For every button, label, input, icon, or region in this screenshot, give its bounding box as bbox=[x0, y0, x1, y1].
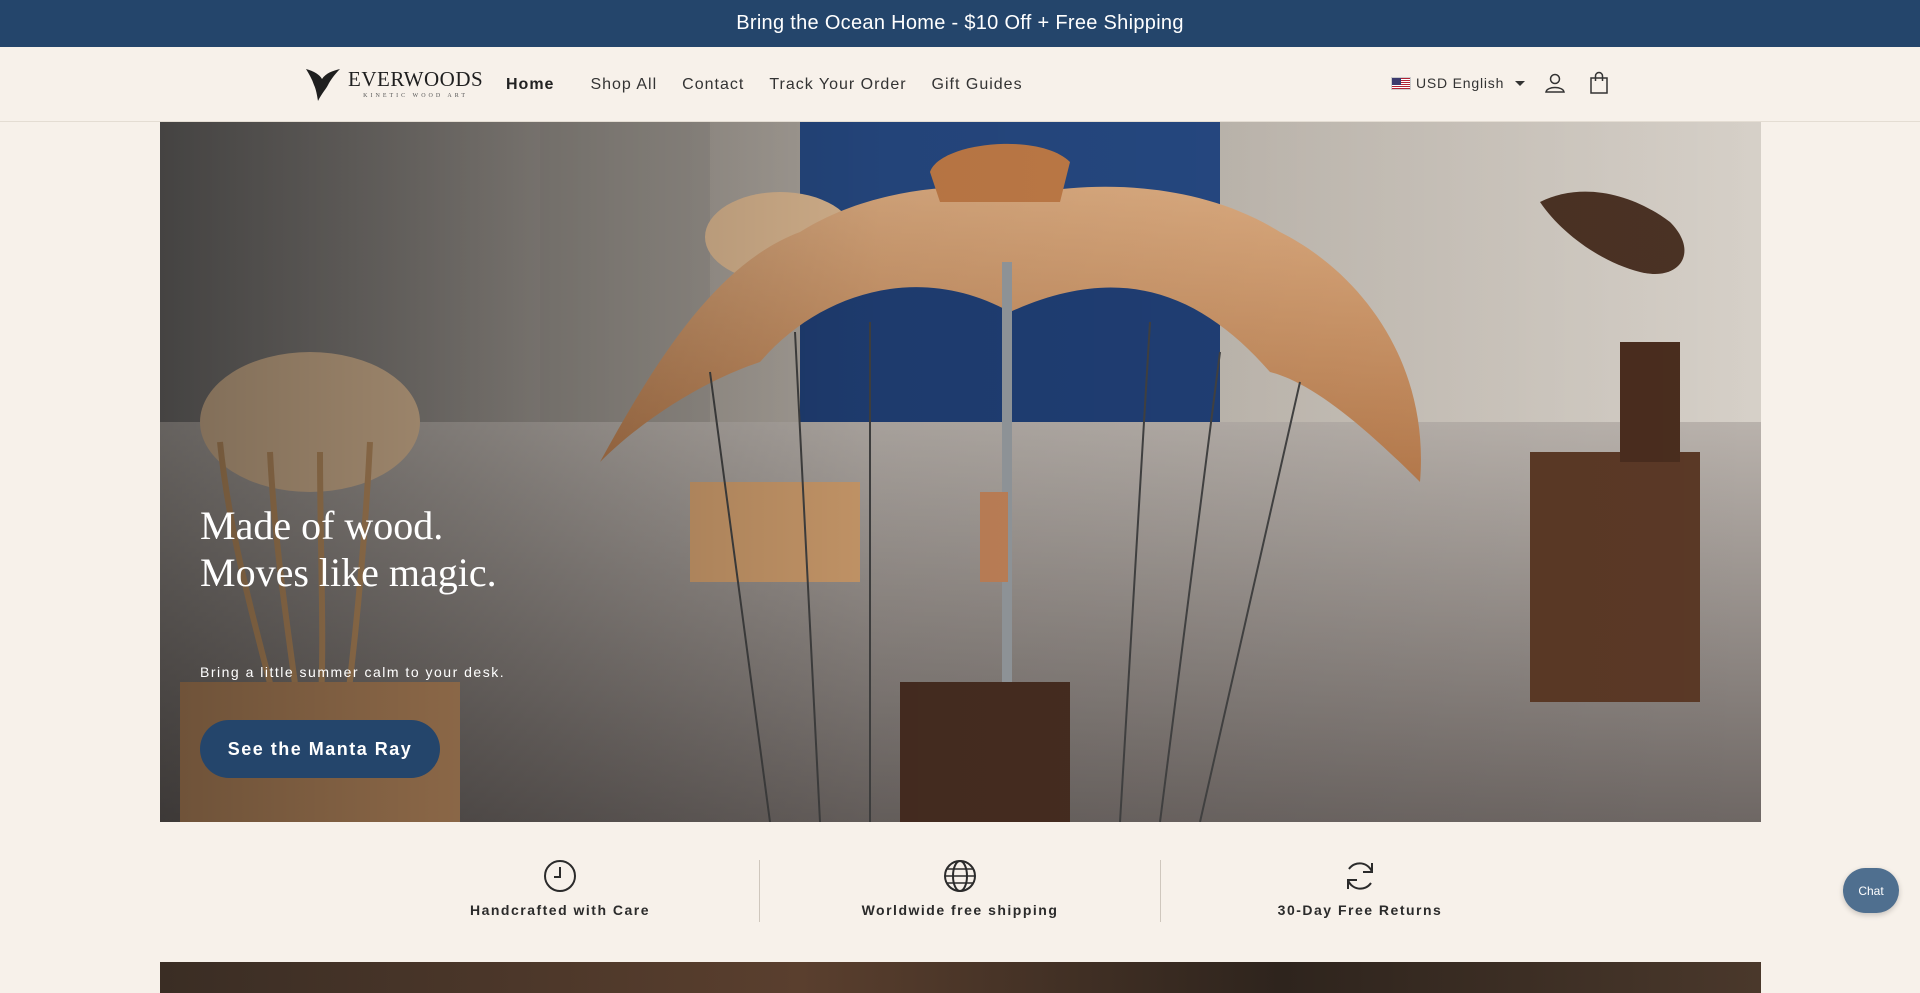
refresh-icon bbox=[1347, 862, 1373, 890]
hero-title-line-2: Moves like magic. bbox=[200, 550, 497, 595]
logo-tagline: KINETIC WOOD ART bbox=[363, 93, 469, 99]
next-section-image bbox=[160, 962, 1761, 993]
logo-name: EVERWOODS bbox=[348, 67, 484, 91]
currency-language-selector[interactable]: USD English bbox=[1391, 75, 1526, 91]
cart-button[interactable] bbox=[1585, 69, 1613, 97]
chat-button[interactable]: Chat bbox=[1843, 868, 1899, 913]
nav-gift-guides[interactable]: Gift Guides bbox=[932, 76, 1023, 94]
feature-returns: 30-Day Free Returns bbox=[1160, 858, 1560, 918]
hero-subtitle: Bring a little summer calm to your desk. bbox=[200, 664, 506, 680]
feature-label: Worldwide free shipping bbox=[861, 902, 1059, 918]
nav-track-order[interactable]: Track Your Order bbox=[769, 76, 906, 94]
announcement-text: Bring the Ocean Home - $10 Off + Free Sh… bbox=[736, 12, 1184, 34]
clock-icon bbox=[544, 860, 576, 892]
account-button[interactable] bbox=[1541, 69, 1569, 97]
hero-title: Made of wood. Moves like magic. bbox=[200, 502, 505, 596]
caret-down-icon bbox=[1515, 80, 1526, 86]
feature-handcrafted: Handcrafted with Care bbox=[360, 858, 760, 918]
hero-title-line-1: Made of wood. bbox=[200, 503, 444, 548]
hero-banner: Made of wood. Moves like magic. Bring a … bbox=[160, 122, 1761, 822]
main-nav: Home Shop All Contact Track Your Order G… bbox=[506, 47, 1048, 122]
feature-label: Handcrafted with Care bbox=[469, 902, 651, 918]
nav-contact[interactable]: Contact bbox=[682, 76, 744, 94]
user-icon bbox=[1545, 73, 1565, 93]
see-manta-ray-button[interactable]: See the Manta Ray bbox=[200, 720, 440, 778]
site-header: EVERWOODS KINETIC WOOD ART Home Shop All… bbox=[0, 47, 1920, 122]
logo[interactable]: EVERWOODS KINETIC WOOD ART bbox=[302, 65, 483, 103]
feature-shipping: Worldwide free shipping bbox=[760, 858, 1160, 918]
globe-icon bbox=[944, 860, 976, 892]
nav-shop-all[interactable]: Shop All bbox=[590, 76, 657, 94]
nav-home[interactable]: Home bbox=[506, 76, 554, 94]
feature-label: 30-Day Free Returns bbox=[1277, 902, 1443, 918]
shopping-bag-icon bbox=[1590, 71, 1608, 94]
announcement-bar: Bring the Ocean Home - $10 Off + Free Sh… bbox=[0, 0, 1920, 47]
locale-label: USD English bbox=[1416, 75, 1505, 91]
manta-ray-icon bbox=[306, 69, 340, 101]
features-row: Handcrafted with Care Worldwide free shi… bbox=[0, 822, 1920, 962]
hero-content: Made of wood. Moves like magic. Bring a … bbox=[200, 502, 505, 778]
us-flag-icon bbox=[1391, 76, 1411, 90]
